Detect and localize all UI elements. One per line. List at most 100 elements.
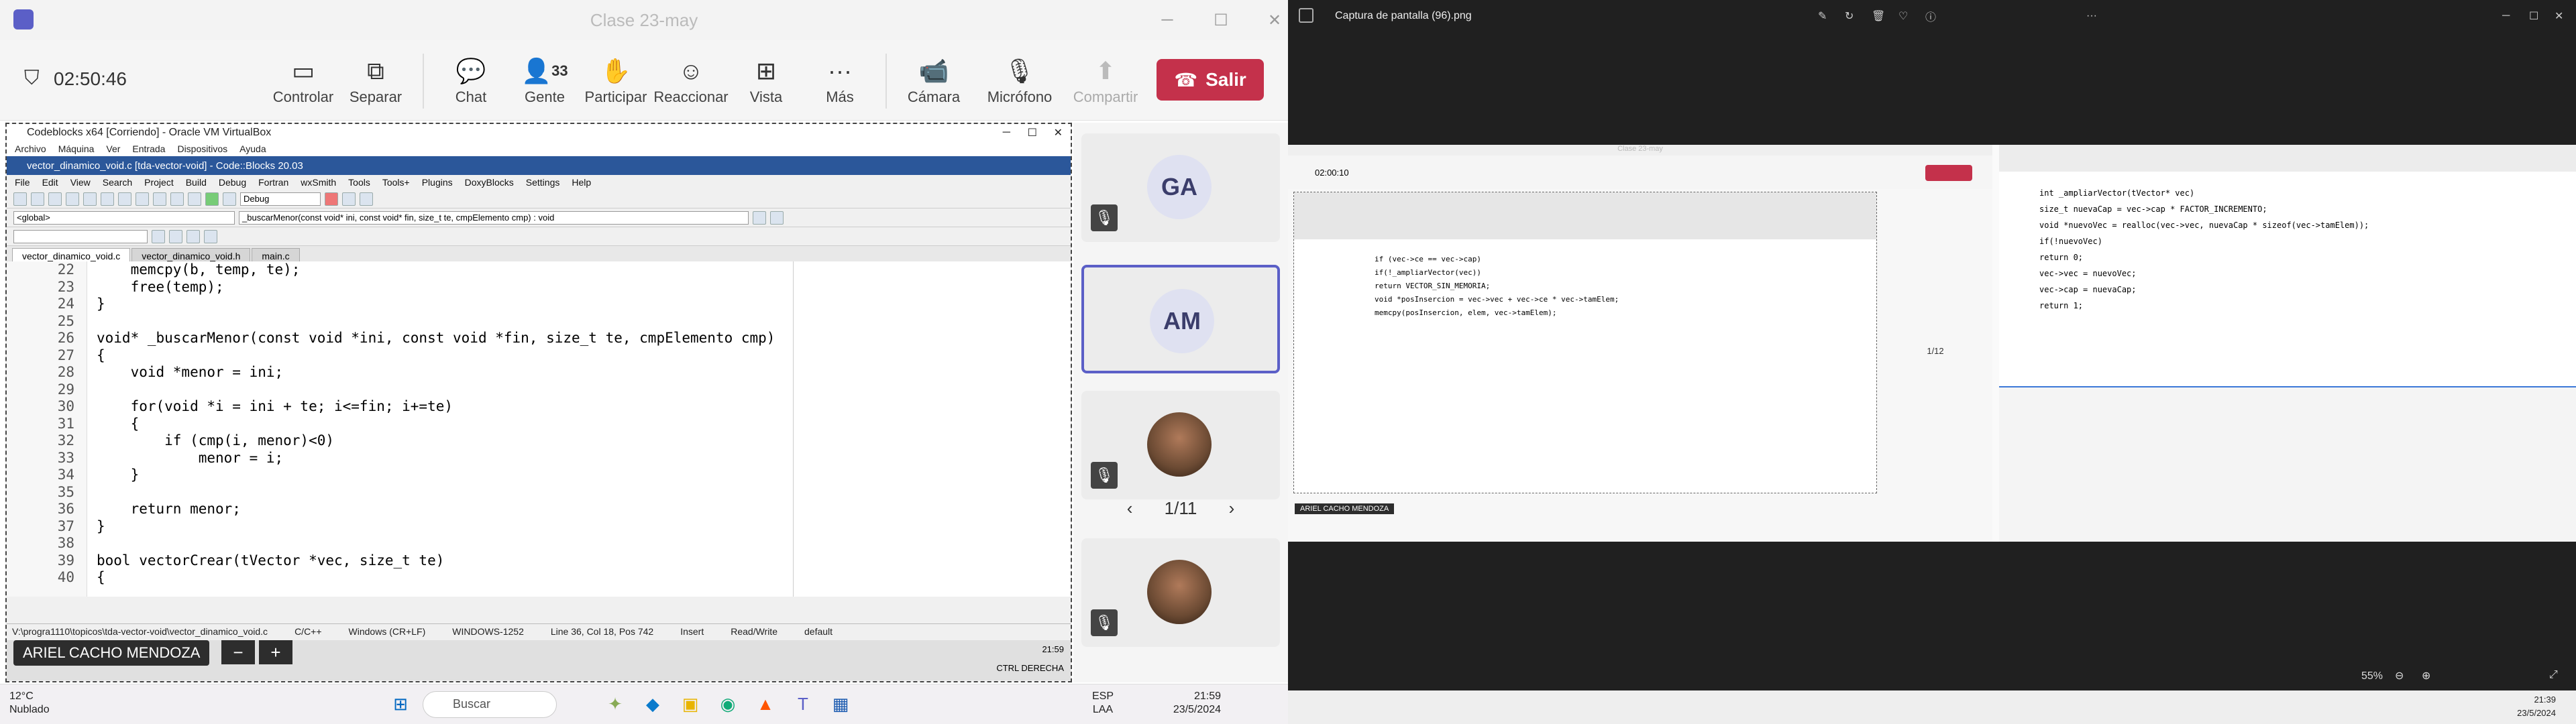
menu-edit[interactable]: Edit: [42, 177, 58, 188]
menu-archivo[interactable]: Archivo: [15, 143, 46, 154]
file-explorer-icon[interactable]: ▣: [679, 692, 702, 715]
menu-plugins[interactable]: Plugins: [422, 177, 453, 188]
minimize-icon[interactable]: ─: [1003, 127, 1010, 139]
code-line[interactable]: }: [97, 467, 1071, 484]
raise-hand-button[interactable]: ✋ Participar: [576, 54, 656, 106]
close-icon[interactable]: ✕: [2555, 9, 2563, 23]
code-line[interactable]: [97, 535, 1071, 552]
minimize-icon[interactable]: ─: [2502, 10, 2510, 22]
code-line[interactable]: {: [97, 347, 1071, 365]
code-line[interactable]: if (cmp(i, menor)<0): [97, 432, 1071, 450]
info-icon[interactable]: ⓘ: [1925, 8, 1936, 24]
run-icon[interactable]: [205, 192, 219, 206]
debug-icon[interactable]: [325, 192, 338, 206]
find-icon[interactable]: [170, 192, 184, 206]
participant-tile[interactable]: 🎙: [1081, 538, 1280, 647]
participant-tile[interactable]: 🎙: [1081, 391, 1280, 499]
code-line[interactable]: [97, 381, 1071, 399]
chat-button[interactable]: 💬 Chat: [431, 54, 511, 106]
menu-search[interactable]: Search: [103, 177, 132, 188]
code-line[interactable]: {: [97, 416, 1071, 433]
virtualbox-icon[interactable]: ▦: [829, 692, 852, 715]
code-line[interactable]: return menor;: [97, 501, 1071, 518]
scope-select[interactable]: <global>: [13, 210, 235, 225]
menu-wxsmith[interactable]: wxSmith: [301, 177, 336, 188]
weather-widget[interactable]: 12°C Nublado: [9, 690, 50, 717]
menu-doxyblocks[interactable]: DoxyBlocks: [465, 177, 514, 188]
menu-settings[interactable]: Settings: [526, 177, 560, 188]
more-icon[interactable]: ···: [2086, 10, 2097, 22]
code-line[interactable]: void* _buscarMenor(const void *ini, cons…: [97, 330, 1071, 347]
language-indicator[interactable]: ESP LAA: [1092, 690, 1114, 717]
chevron-right-icon[interactable]: ›: [1229, 498, 1235, 518]
mic-button[interactable]: 🎙 Micrófono: [979, 54, 1060, 106]
people-button[interactable]: 👤 33 Gente: [504, 54, 585, 106]
code-line[interactable]: }: [97, 296, 1071, 313]
camera-button[interactable]: 📹 Cámara: [894, 54, 974, 106]
bookmark-icon[interactable]: [152, 229, 165, 243]
code-line[interactable]: {: [97, 569, 1071, 587]
expand-share-icon[interactable]: +: [259, 640, 292, 664]
taskbar-search[interactable]: Buscar: [423, 691, 557, 718]
save-all-icon[interactable]: [66, 192, 79, 206]
rotate-icon[interactable]: ↻: [1845, 9, 1854, 23]
close-icon[interactable]: ✕: [1054, 126, 1063, 139]
menu-tools-plus[interactable]: Tools+: [382, 177, 410, 188]
brave-icon[interactable]: ▲: [754, 692, 777, 715]
zoom-in-icon[interactable]: [186, 229, 200, 243]
code-editor[interactable]: 22 23 24 25 26 27 28 29 30 31 32 33 34 35 36 37 38 39 40 m…: [7, 261, 1071, 597]
build-run-icon[interactable]: [223, 192, 236, 206]
menu-ayuda[interactable]: Ayuda: [239, 143, 266, 154]
chevron-left-icon[interactable]: ‹: [1127, 498, 1133, 518]
edge-icon[interactable]: ◉: [716, 692, 739, 715]
delete-icon[interactable]: 🗑: [1872, 9, 1885, 23]
close-icon[interactable]: ✕: [1248, 0, 1288, 40]
save-icon[interactable]: [48, 192, 62, 206]
minimize-share-icon[interactable]: −: [221, 640, 255, 664]
code-line[interactable]: }: [97, 518, 1071, 536]
view-button[interactable]: ⊞ Vista: [726, 54, 806, 106]
code-line[interactable]: [97, 313, 1071, 330]
teams-icon[interactable]: T: [792, 692, 814, 715]
function-select[interactable]: _buscarMenor(const void* ini, const void…: [239, 210, 749, 225]
menu-file[interactable]: File: [15, 177, 30, 188]
code-line[interactable]: menor = i;: [97, 450, 1071, 467]
code-text[interactable]: memcpy(b, temp, te); free(temp);} void* _…: [87, 261, 1071, 597]
taskbar-clock[interactable]: 21:59 23/5/2024: [1173, 690, 1221, 717]
comment-icon[interactable]: [169, 229, 182, 243]
cut-icon[interactable]: [118, 192, 131, 206]
favorite-icon[interactable]: ♡: [1898, 9, 1908, 23]
code-line[interactable]: memcpy(b, temp, te);: [97, 261, 1071, 279]
code-line[interactable]: [97, 484, 1071, 501]
open-icon[interactable]: [31, 192, 44, 206]
edit-icon[interactable]: ✎: [1818, 9, 1827, 23]
jump-back-icon[interactable]: [753, 210, 766, 225]
participant-tile[interactable]: GA 🎙: [1081, 133, 1280, 242]
code-line[interactable]: free(temp);: [97, 279, 1071, 296]
paste-icon[interactable]: [153, 192, 166, 206]
react-button[interactable]: ☺ Reaccionar: [651, 54, 731, 106]
maximize-icon[interactable]: ☐: [2529, 9, 2538, 23]
popout-button[interactable]: ⧉ Separar: [335, 54, 416, 106]
code-line[interactable]: for(void *i = ini + te; i<=fin; i+=te): [97, 398, 1071, 416]
code-line[interactable]: bool vectorCrear(tVector *vec, size_t te…: [97, 552, 1071, 570]
step-icon[interactable]: [342, 192, 356, 206]
zoom-out-icon[interactable]: ⊖: [2395, 669, 2404, 682]
menu-entrada[interactable]: Entrada: [132, 143, 165, 154]
menu-build[interactable]: Build: [186, 177, 207, 188]
zoom-in-icon[interactable]: ⊕: [2422, 669, 2430, 682]
menu-ver[interactable]: Ver: [106, 143, 120, 154]
menu-debug[interactable]: Debug: [219, 177, 246, 188]
participant-tile-selected[interactable]: AM: [1081, 265, 1280, 373]
minimize-icon[interactable]: ─: [1140, 0, 1194, 40]
search-combo[interactable]: [13, 229, 148, 243]
copilot-icon[interactable]: ✦: [604, 692, 627, 715]
control-button[interactable]: ▭ Controlar: [263, 54, 343, 106]
menu-fortran[interactable]: Fortran: [258, 177, 288, 188]
undo-icon[interactable]: [83, 192, 97, 206]
windows-start-icon[interactable]: ⊞: [389, 692, 412, 715]
fullscreen-icon[interactable]: ⤢: [2549, 669, 2558, 681]
more-button[interactable]: ··· Más: [800, 54, 880, 106]
leave-button[interactable]: ☎ Salir: [1157, 59, 1264, 101]
screenshot-image[interactable]: Clase 23-may 02:00:10 if (vec->ce == vec…: [1288, 145, 2576, 542]
